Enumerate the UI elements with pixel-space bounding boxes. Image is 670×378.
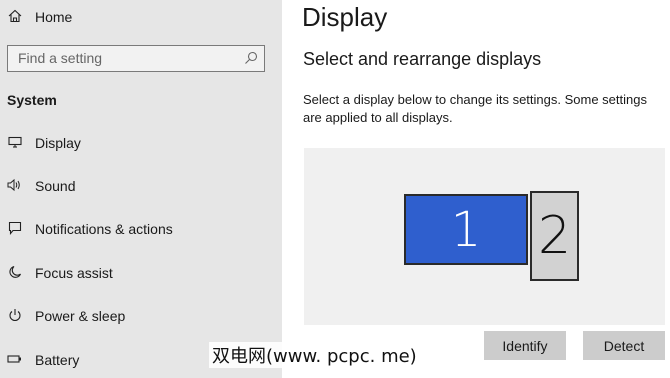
section-title-system: System <box>7 92 57 108</box>
sidebar-item-sound[interactable]: Sound <box>0 169 282 203</box>
sidebar-item-label: Focus assist <box>35 265 113 281</box>
sidebar-item-notifications[interactable]: Notifications & actions <box>0 212 282 246</box>
detect-button[interactable]: Detect <box>583 331 665 360</box>
moon-icon <box>7 264 23 280</box>
sidebar-item-label: Display <box>35 135 81 151</box>
watermark-text: 双电网(www. pcpc. me) <box>209 342 420 368</box>
home-nav-item[interactable]: Home <box>0 0 282 34</box>
speaker-icon <box>7 177 23 193</box>
sidebar: Home System Display Sound Notifications … <box>0 0 282 378</box>
notifications-icon <box>7 220 23 236</box>
sidebar-item-display[interactable]: Display <box>0 126 282 160</box>
page-title: Display <box>302 2 388 32</box>
settings-search-input[interactable] <box>8 46 246 70</box>
power-icon <box>7 307 23 323</box>
home-label: Home <box>35 9 73 25</box>
settings-search-box[interactable] <box>7 45 265 72</box>
sidebar-item-power-sleep[interactable]: Power & sleep <box>0 299 282 333</box>
sidebar-item-label: Sound <box>35 178 76 194</box>
sidebar-item-label: Notifications & actions <box>35 221 173 237</box>
sidebar-item-focus-assist[interactable]: Focus assist <box>0 256 282 290</box>
monitor-icon <box>7 134 23 150</box>
home-icon <box>7 8 23 24</box>
battery-icon <box>7 351 23 367</box>
search-icon[interactable] <box>244 51 258 65</box>
monitor-1-tile[interactable]: 1 <box>404 194 528 265</box>
description-text: Select a display below to change its set… <box>303 92 647 125</box>
sidebar-item-label: Power & sleep <box>35 308 126 324</box>
section-heading: Select and rearrange displays <box>303 49 542 69</box>
display-arrangement-area[interactable]: 1 2 <box>304 148 665 325</box>
sidebar-item-label: Battery <box>35 352 80 368</box>
identify-button[interactable]: Identify <box>484 331 566 360</box>
monitor-2-tile[interactable]: 2 <box>530 191 579 281</box>
